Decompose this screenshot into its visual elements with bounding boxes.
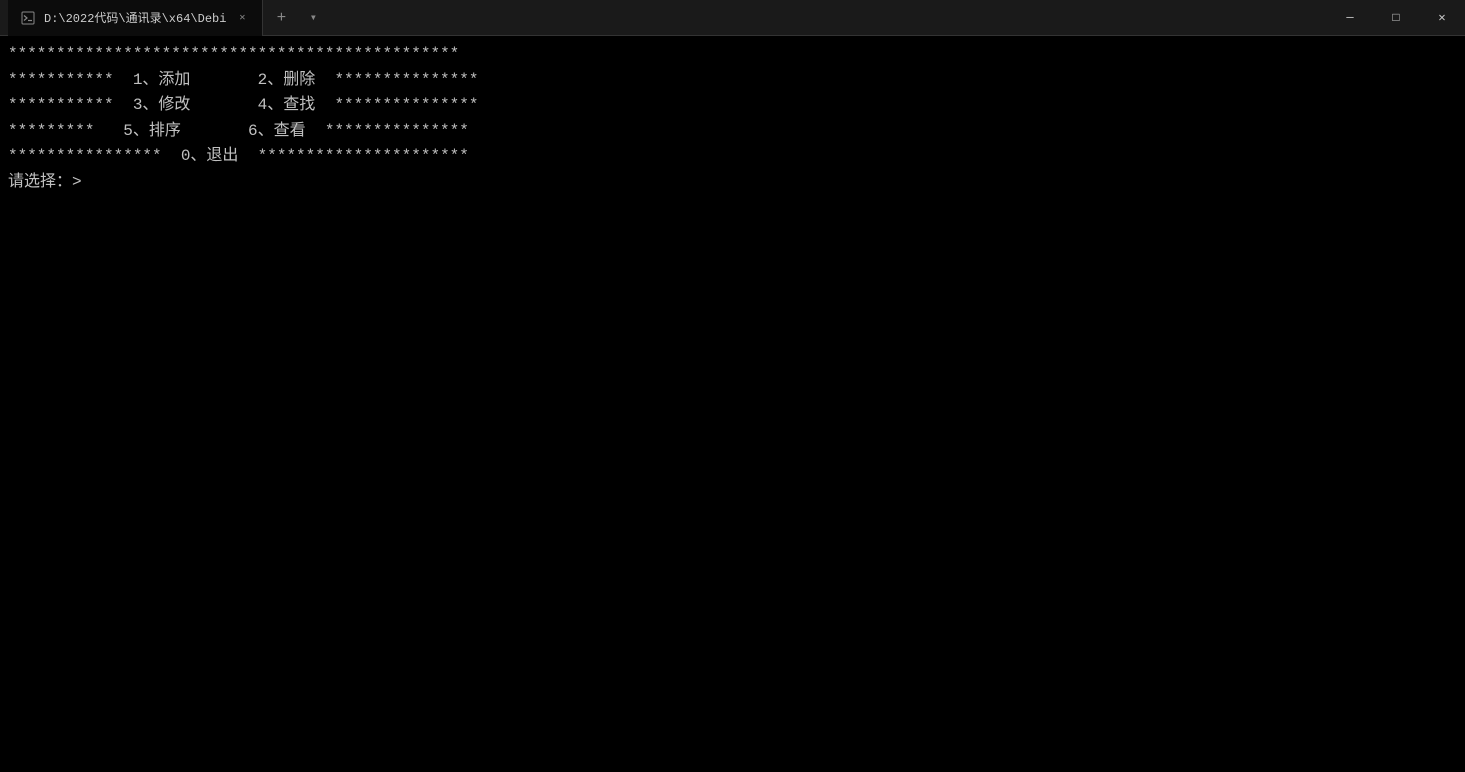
- terminal-tab[interactable]: D:\2022代码\通讯录\x64\Debi ✕: [8, 0, 263, 36]
- minimize-button[interactable]: ─: [1327, 0, 1373, 36]
- window-controls: ─ □ ✕: [1327, 0, 1465, 36]
- tab-title: D:\2022代码\通讯录\x64\Debi: [44, 9, 226, 26]
- terminal-icon: [20, 10, 36, 26]
- tab-close-button[interactable]: ✕: [234, 10, 250, 26]
- title-bar: D:\2022代码\通讯录\x64\Debi ✕ + ▾ ─ □ ✕: [0, 0, 1465, 36]
- terminal-output: ****************************************…: [8, 42, 1457, 196]
- new-tab-button[interactable]: +: [263, 0, 299, 36]
- close-button[interactable]: ✕: [1419, 0, 1465, 36]
- title-bar-left: D:\2022代码\通讯录\x64\Debi ✕ + ▾: [8, 0, 327, 36]
- terminal-window: ****************************************…: [0, 36, 1465, 772]
- dropdown-button[interactable]: ▾: [299, 4, 327, 32]
- maximize-button[interactable]: □: [1373, 0, 1419, 36]
